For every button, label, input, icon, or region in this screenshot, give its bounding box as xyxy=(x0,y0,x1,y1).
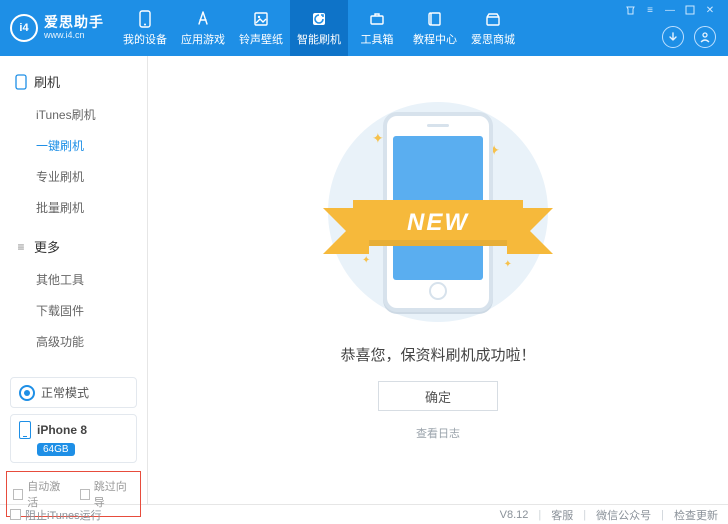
tab-label: 铃声壁纸 xyxy=(239,31,283,47)
mode-box[interactable]: 正常模式 xyxy=(10,377,137,408)
phone-outline-icon xyxy=(14,75,28,89)
tab-label: 智能刷机 xyxy=(297,31,341,47)
tab-tutorials[interactable]: 教程中心 xyxy=(406,0,464,56)
sidebar-item-oneclick-flash[interactable]: 一键刷机 xyxy=(0,130,147,161)
sidebar-section-title: 更多 xyxy=(34,237,60,256)
device-phone-icon xyxy=(19,421,31,439)
sidebar-item-advanced[interactable]: 高级功能 xyxy=(0,326,147,357)
separator: | xyxy=(661,509,664,521)
mode-label: 正常模式 xyxy=(41,384,89,401)
tab-label: 爱思商城 xyxy=(471,31,515,47)
user-icon[interactable] xyxy=(694,26,716,48)
app-subtitle: www.i4.cn xyxy=(44,31,104,41)
tab-my-device[interactable]: 我的设备 xyxy=(116,0,174,56)
checkbox-label: 自动激活 xyxy=(27,478,67,510)
sidebar-section-flash: 刷机 xyxy=(0,66,147,97)
shop-icon xyxy=(483,10,503,28)
ribbon: NEW xyxy=(353,200,523,246)
link-wechat[interactable]: 微信公众号 xyxy=(596,507,651,523)
logo-badge-icon: i4 xyxy=(10,14,38,42)
skin-icon[interactable] xyxy=(624,4,636,16)
app-header: i4 爱思助手 www.i4.cn 我的设备 应用游戏 铃声壁纸 智能刷机 工具… xyxy=(0,0,728,56)
minimize-icon[interactable]: ― xyxy=(664,4,676,16)
link-check-update[interactable]: 检查更新 xyxy=(674,507,718,523)
link-support[interactable]: 客服 xyxy=(551,507,573,523)
tab-label: 工具箱 xyxy=(361,31,394,47)
ribbon-text: NEW xyxy=(353,200,523,246)
separator: | xyxy=(538,509,541,521)
checkbox-icon xyxy=(10,509,21,520)
tab-apps[interactable]: 应用游戏 xyxy=(174,0,232,56)
tab-flash[interactable]: 智能刷机 xyxy=(290,0,348,56)
download-icon[interactable] xyxy=(662,26,684,48)
status-right: V8.12 | 客服 | 微信公众号 | 检查更新 xyxy=(500,507,718,523)
tab-label: 我的设备 xyxy=(123,31,167,47)
status-left: 阻止iTunes运行 xyxy=(10,507,102,523)
sidebar-item-pro-flash[interactable]: 专业刷机 xyxy=(0,161,147,192)
media-icon xyxy=(251,10,271,28)
separator: | xyxy=(583,509,586,521)
ok-button[interactable]: 确定 xyxy=(378,381,498,411)
tab-label: 应用游戏 xyxy=(181,31,225,47)
phone-icon xyxy=(135,10,155,28)
checkbox-block-itunes[interactable]: 阻止iTunes运行 xyxy=(10,507,102,523)
flash-icon xyxy=(309,10,329,28)
header-round-buttons xyxy=(662,26,718,56)
header-tabs: 我的设备 应用游戏 铃声壁纸 智能刷机 工具箱 教程中心 爱思商城 xyxy=(116,0,522,56)
sidebar-section-more: ≡ 更多 xyxy=(0,231,147,262)
body: 刷机 iTunes刷机 一键刷机 专业刷机 批量刷机 ≡ 更多 其他工具 下载固… xyxy=(0,56,728,504)
header-actions: ≡ ― ✕ xyxy=(624,0,718,56)
sparkle-icon: ✦ xyxy=(504,259,512,270)
book-icon xyxy=(425,10,445,28)
sidebar-item-batch-flash[interactable]: 批量刷机 xyxy=(0,192,147,223)
checkbox-auto-activate[interactable]: 自动激活 xyxy=(13,478,68,510)
apps-icon xyxy=(193,10,213,28)
sidebar-items-flash: iTunes刷机 一键刷机 专业刷机 批量刷机 xyxy=(0,97,147,231)
app-logo: i4 爱思助手 www.i4.cn xyxy=(0,0,116,56)
device-box[interactable]: iPhone 8 64GB xyxy=(10,414,137,463)
device-name-row: iPhone 8 xyxy=(19,421,128,439)
menu-icon[interactable]: ≡ xyxy=(644,4,656,16)
success-illustration: ✦ ✦ ✦ ✦ NEW xyxy=(328,102,548,322)
main-panel: ✦ ✦ ✦ ✦ NEW 恭喜您，保资料刷机成功啦！ 确定 查看日志 xyxy=(148,56,728,504)
tab-label: 教程中心 xyxy=(413,31,457,47)
sidebar-scroll: 刷机 iTunes刷机 一键刷机 专业刷机 批量刷机 ≡ 更多 其他工具 下载固… xyxy=(0,56,147,371)
sidebar-item-itunes-flash[interactable]: iTunes刷机 xyxy=(0,99,147,130)
more-icon: ≡ xyxy=(14,240,28,254)
app-title: 爱思助手 xyxy=(44,15,104,30)
window-controls: ≡ ― ✕ xyxy=(624,0,718,16)
maximize-icon[interactable] xyxy=(684,4,696,16)
checkbox-icon xyxy=(13,489,23,500)
sidebar-section-title: 刷机 xyxy=(34,72,60,91)
sidebar-item-other-tools[interactable]: 其他工具 xyxy=(0,264,147,295)
toolbox-icon xyxy=(367,10,387,28)
tab-toolbox[interactable]: 工具箱 xyxy=(348,0,406,56)
sparkle-icon: ✦ xyxy=(372,130,384,147)
device-name: iPhone 8 xyxy=(37,423,87,437)
sparkle-icon: ✦ xyxy=(362,255,370,266)
checkbox-label: 跳过向导 xyxy=(94,478,134,510)
tab-media[interactable]: 铃声壁纸 xyxy=(232,0,290,56)
mode-icon xyxy=(19,385,35,401)
logo-text: 爱思助手 www.i4.cn xyxy=(44,15,104,40)
checkbox-icon xyxy=(80,489,90,500)
view-log-link[interactable]: 查看日志 xyxy=(416,425,460,441)
version-text: V8.12 xyxy=(500,509,529,521)
success-text: 恭喜您，保资料刷机成功啦！ xyxy=(340,344,535,365)
checkbox-label: 阻止iTunes运行 xyxy=(25,507,102,523)
tab-shop[interactable]: 爱思商城 xyxy=(464,0,522,56)
close-icon[interactable]: ✕ xyxy=(704,4,716,16)
sidebar: 刷机 iTunes刷机 一键刷机 专业刷机 批量刷机 ≡ 更多 其他工具 下载固… xyxy=(0,56,148,504)
checkbox-skip-guide[interactable]: 跳过向导 xyxy=(80,478,135,510)
sidebar-items-more: 其他工具 下载固件 高级功能 xyxy=(0,262,147,365)
sidebar-item-download-firmware[interactable]: 下载固件 xyxy=(0,295,147,326)
device-storage-badge: 64GB xyxy=(37,443,75,456)
